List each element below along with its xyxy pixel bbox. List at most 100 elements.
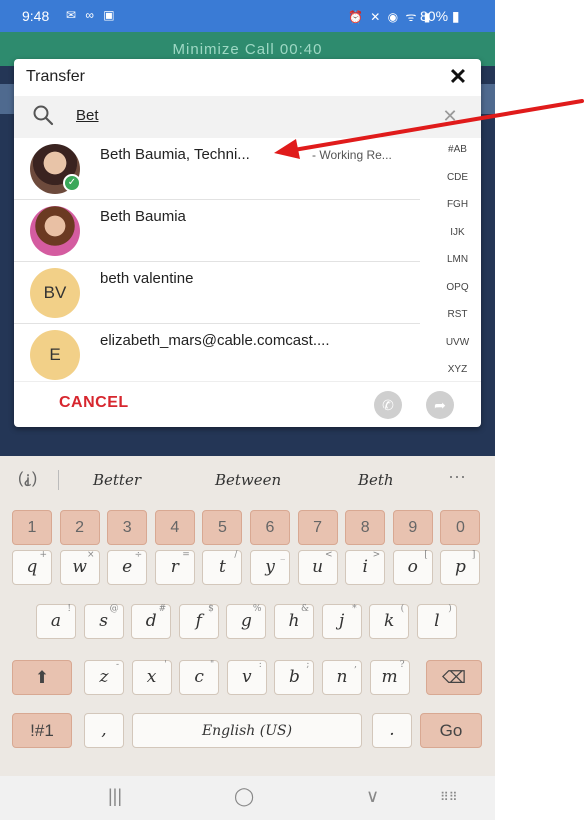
- period-key[interactable]: .: [372, 713, 412, 748]
- key-f[interactable]: f $: [178, 604, 219, 639]
- shift-key-label: ⬆: [34, 668, 50, 687]
- key-l[interactable]: l): [416, 604, 457, 639]
- key-hint: ]: [471, 550, 476, 560]
- period-key-label: .: [389, 720, 395, 740]
- key-u[interactable]: u <: [297, 550, 338, 585]
- suggestion-item[interactable]: Between: [215, 471, 281, 489]
- key-c-label: c: [194, 667, 204, 687]
- key-r[interactable]: r =: [154, 550, 195, 585]
- key-hint: &: [300, 604, 309, 614]
- key-t[interactable]: t /: [202, 550, 243, 585]
- key-q[interactable]: q +: [12, 550, 52, 585]
- key-z[interactable]: z-: [84, 660, 124, 695]
- recents-button[interactable]: |||: [108, 786, 122, 807]
- status-time: 9:48: [22, 8, 50, 24]
- key-d[interactable]: d #: [131, 604, 172, 639]
- key-x[interactable]: x ': [131, 660, 172, 695]
- key-k[interactable]: k(: [369, 604, 410, 639]
- keyboard-hide-button[interactable]: ⠿⠿: [440, 790, 458, 804]
- key-1-label: 1: [27, 519, 37, 536]
- suggestion-item[interactable]: Better: [93, 471, 141, 489]
- spacebar[interactable]: English (US): [132, 713, 362, 748]
- forward-arrow-icon[interactable]: ➦: [426, 391, 454, 419]
- search-icon: [33, 105, 54, 126]
- key-l-label: l: [434, 611, 440, 631]
- alpha-index-item[interactable]: UVW: [434, 329, 481, 357]
- key-2[interactable]: 2: [59, 510, 100, 545]
- backspace-key-label: ⌫: [441, 668, 467, 687]
- emoji-toggle-icon[interactable]: (⸘): [18, 468, 37, 488]
- key-c[interactable]: c ": [179, 660, 220, 695]
- key-n[interactable]: n,: [322, 660, 362, 695]
- key-hint: *: [352, 604, 357, 614]
- shift-key[interactable]: ⬆: [12, 660, 72, 695]
- key-j[interactable]: j *: [321, 604, 362, 639]
- key-p[interactable]: p]: [440, 550, 481, 585]
- key-6[interactable]: 6: [250, 510, 290, 545]
- key-3[interactable]: 3: [107, 510, 148, 545]
- key-h-label: h: [288, 611, 300, 631]
- alpha-index-item[interactable]: FGH: [434, 191, 481, 219]
- annotation-arrow: [274, 99, 584, 159]
- suggestion-item[interactable]: Beth: [358, 471, 394, 489]
- key-w[interactable]: w ×: [59, 550, 100, 585]
- key-q-label: q: [26, 557, 38, 577]
- key-y[interactable]: y _: [250, 550, 290, 585]
- key-g[interactable]: g%: [226, 604, 267, 639]
- key-hint: ?: [399, 660, 405, 670]
- contact-row[interactable]: E elizabeth_mars@cable.comcast....: [14, 324, 420, 386]
- key-v[interactable]: v:: [226, 660, 267, 695]
- key-o[interactable]: o[: [392, 550, 433, 585]
- key-a[interactable]: a!: [36, 604, 76, 639]
- key-h[interactable]: h &: [274, 604, 314, 639]
- key-0[interactable]: 0: [440, 510, 481, 545]
- key-4-label: 4: [170, 519, 180, 536]
- comma-key-label: ,: [101, 720, 107, 740]
- contact-name: Beth Baumia, Techni...: [100, 146, 250, 163]
- alpha-index-item[interactable]: IJK: [434, 219, 481, 247]
- back-button[interactable]: ∨: [366, 786, 379, 807]
- key-hint: =: [182, 550, 190, 560]
- alpha-index-item[interactable]: OPQ: [434, 274, 481, 302]
- more-suggestions-button[interactable]: ···: [448, 466, 466, 487]
- key-e[interactable]: e ÷: [107, 550, 148, 585]
- phone-transfer-icon[interactable]: ✆: [374, 391, 402, 419]
- key-7[interactable]: 7: [297, 510, 338, 545]
- key-m-label: m: [381, 667, 398, 687]
- key-m[interactable]: m?: [369, 660, 410, 695]
- key-1[interactable]: 1: [12, 510, 52, 545]
- alpha-index-item[interactable]: CDE: [434, 164, 481, 192]
- key-z-label: z: [99, 667, 109, 687]
- key-e-label: e: [122, 557, 133, 577]
- alpha-index-item[interactable]: RST: [434, 301, 481, 329]
- key-8[interactable]: 8: [345, 510, 386, 545]
- suggestion-bar: (⸘) Better Between Beth ···: [0, 456, 495, 502]
- go-key[interactable]: Go: [420, 713, 482, 748]
- symbols-key[interactable]: !#1: [12, 713, 72, 748]
- key-b[interactable]: b;: [274, 660, 315, 695]
- contact-row[interactable]: BV beth valentine: [14, 262, 420, 324]
- key-hint: _: [280, 550, 286, 560]
- key-r-label: r: [170, 557, 179, 577]
- close-button[interactable]: ✕: [444, 63, 472, 91]
- contact-name: beth valentine: [100, 270, 194, 287]
- key-4[interactable]: 4: [154, 510, 195, 545]
- alpha-index-item[interactable]: LMN: [434, 246, 481, 274]
- key-hint: :: [258, 660, 262, 670]
- contact-row[interactable]: Beth Baumia: [14, 200, 420, 262]
- key-i[interactable]: i >: [345, 550, 386, 585]
- key-9[interactable]: 9: [392, 510, 433, 545]
- alphabet-index: #AB CDE FGH IJK LMN OPQ RST UVW XYZ: [434, 136, 481, 375]
- comma-key[interactable]: ,: [84, 713, 124, 748]
- key-hint: ': [164, 660, 167, 670]
- home-button[interactable]: ◯: [234, 786, 254, 807]
- key-hint: ;: [306, 660, 310, 670]
- key-hint: (: [400, 604, 405, 614]
- key-s[interactable]: s @: [83, 604, 124, 639]
- suggestion-divider: [58, 470, 59, 490]
- backspace-key[interactable]: ⌫: [426, 660, 482, 695]
- cancel-button[interactable]: CANCEL: [59, 394, 129, 412]
- go-key-label: Go: [439, 721, 463, 740]
- alpha-index-item[interactable]: XYZ: [434, 356, 481, 384]
- key-5[interactable]: 5: [202, 510, 243, 545]
